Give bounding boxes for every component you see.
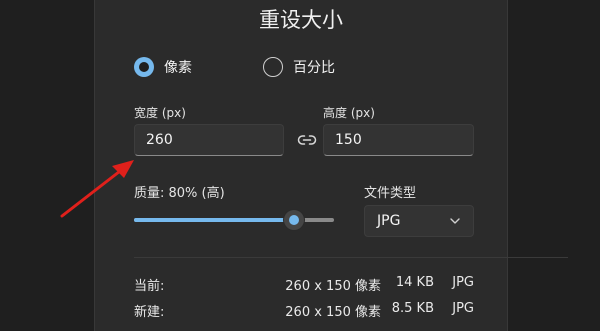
current-label: 当前: (134, 279, 165, 294)
current-info-row: 当前: 260 x 150 像素 14 KB JPG (134, 275, 474, 294)
slider-fill (134, 218, 294, 222)
height-input[interactable]: 150 (323, 124, 474, 156)
new-format: JPG (452, 301, 474, 316)
current-dimensions: 260 x 150 像素 (285, 279, 381, 294)
radio-pixels-label: 像素 (164, 60, 192, 76)
radio-percent-label: 百分比 (293, 60, 335, 76)
radio-selected-icon (134, 57, 154, 77)
height-value: 150 (335, 132, 362, 148)
file-type-select[interactable]: JPG (364, 205, 474, 237)
height-label: 高度 (px) (323, 106, 375, 120)
quality-label: 质量: 80% (高) (134, 186, 225, 201)
width-label: 宽度 (px) (134, 106, 186, 120)
chevron-down-icon (450, 218, 460, 224)
new-info-row: 新建: 260 x 150 像素 8.5 KB JPG (134, 301, 474, 320)
width-input[interactable]: 260 (134, 124, 284, 156)
new-dimensions: 260 x 150 像素 (285, 305, 381, 320)
link-icon[interactable] (297, 131, 317, 149)
quality-slider[interactable] (134, 210, 334, 230)
width-value: 260 (146, 132, 173, 148)
current-size: 14 KB (395, 275, 434, 290)
radio-pixels[interactable]: 像素 (134, 57, 192, 77)
radio-percent[interactable]: 百分比 (263, 57, 335, 77)
radio-unselected-icon (263, 57, 283, 77)
divider (134, 257, 568, 258)
file-type-label: 文件类型 (364, 186, 417, 201)
current-format: JPG (452, 275, 474, 290)
file-type-value: JPG (377, 213, 401, 229)
new-label: 新建: (134, 305, 165, 320)
new-size: 8.5 KB (391, 301, 434, 316)
dialog-title: 重设大小 (259, 8, 343, 32)
slider-thumb[interactable] (284, 210, 304, 230)
